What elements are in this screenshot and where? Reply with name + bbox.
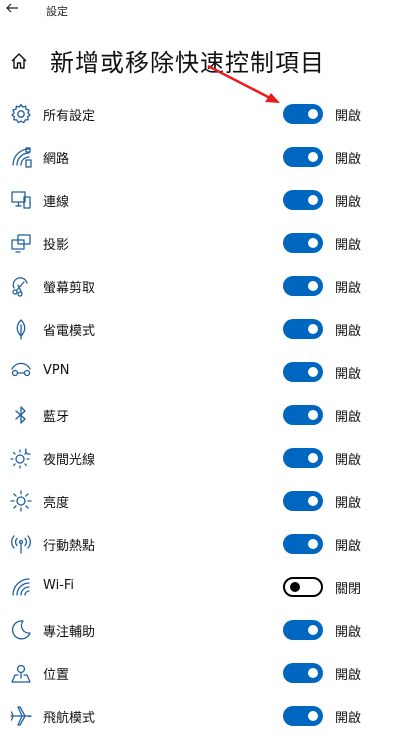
quick-action-row: 藍牙 開啟 (0, 393, 408, 436)
location-icon (9, 661, 33, 685)
quick-action-label: 專注輔助 (43, 625, 96, 640)
toggle-state-label: 開啟 (335, 410, 362, 425)
quick-action-row: VPN 開啟 (0, 350, 408, 393)
brightness-icon (9, 489, 33, 513)
back-arrow-icon[interactable] (4, 0, 20, 18)
quick-action-row: 連線 開啟 (0, 178, 408, 221)
quick-action-toggle[interactable] (283, 233, 323, 253)
quick-action-label: 位置 (43, 668, 70, 683)
toggle-knob (308, 109, 318, 119)
quick-action-toggle[interactable] (283, 620, 323, 640)
gear-icon (9, 102, 33, 126)
home-icon[interactable] (9, 51, 29, 71)
toggle-knob (308, 453, 318, 463)
focus-assist-icon (9, 618, 33, 642)
project-icon (9, 231, 33, 255)
toggle-state-label: 開啟 (335, 539, 362, 554)
page-header: 新增或移除快速控制項目 (0, 40, 408, 84)
toggle-state-label: 開啟 (335, 238, 362, 253)
mobile-hotspot-icon (9, 532, 33, 556)
quick-action-toggle[interactable] (283, 405, 323, 425)
toggle-knob (308, 195, 318, 205)
toggle-knob (308, 324, 318, 334)
quick-action-toggle[interactable] (283, 534, 323, 554)
quick-action-row: 行動熱點 開啟 (0, 522, 408, 565)
toggle-state-label: 開啟 (335, 195, 362, 210)
connect-icon (9, 188, 33, 212)
quick-action-label: VPN (43, 363, 70, 378)
toggle-knob (308, 152, 318, 162)
toggle-knob (290, 582, 300, 592)
quick-action-row: 亮度 開啟 (0, 479, 408, 522)
quick-action-row: 投影 開啟 (0, 221, 408, 264)
quick-action-row: 專注輔助 開啟 (0, 608, 408, 651)
quick-action-row: 位置 開啟 (0, 651, 408, 694)
toggle-knob (308, 625, 318, 635)
quick-action-toggle[interactable] (283, 577, 323, 597)
quick-action-toggle[interactable] (283, 448, 323, 468)
toggle-knob (308, 410, 318, 420)
quick-action-label: 網路 (43, 152, 70, 167)
toggle-state-label: 開啟 (335, 668, 362, 683)
quick-action-label: Wi-Fi (43, 578, 75, 593)
quick-action-label: 亮度 (43, 496, 70, 511)
vpn-icon (9, 360, 33, 384)
quick-action-toggle[interactable] (283, 276, 323, 296)
quick-actions-list: 所有設定 開啟 網路 開啟 連線 開啟 投影 開啟 螢幕剪取 開啟 省電模式 開啟 VPN 開啟 藍牙 開啟夜… (0, 92, 408, 737)
quick-action-toggle[interactable] (283, 663, 323, 683)
network-icon (9, 145, 33, 169)
wifi-icon (9, 575, 33, 599)
bluetooth-icon (9, 403, 33, 427)
night-light-icon (9, 446, 33, 470)
toggle-knob (308, 539, 318, 549)
quick-action-row: 省電模式 開啟 (0, 307, 408, 350)
toggle-state-label: 開啟 (335, 109, 362, 124)
quick-action-row: Wi-Fi 關閉 (0, 565, 408, 608)
quick-action-toggle[interactable] (283, 190, 323, 210)
toggle-state-label: 開啟 (335, 711, 362, 726)
quick-action-row: 螢幕剪取 開啟 (0, 264, 408, 307)
toggle-state-label: 開啟 (335, 281, 362, 296)
quick-action-toggle[interactable] (283, 706, 323, 726)
page-title: 新增或移除快速控制項目 (50, 49, 325, 77)
quick-action-row: 飛航模式 開啟 (0, 694, 408, 737)
toggle-state-label: 關閉 (335, 582, 362, 597)
battery-saver-icon (9, 317, 33, 341)
quick-action-label: 飛航模式 (43, 711, 96, 726)
toggle-knob (308, 281, 318, 291)
quick-action-toggle[interactable] (283, 147, 323, 167)
quick-action-label: 行動熱點 (43, 539, 96, 554)
toggle-state-label: 開啟 (335, 496, 362, 511)
toggle-knob (308, 496, 318, 506)
window-title: 設定 (46, 5, 68, 18)
quick-action-toggle[interactable] (283, 491, 323, 511)
quick-action-row: 所有設定 開啟 (0, 92, 408, 135)
quick-action-label: 投影 (43, 238, 70, 253)
toggle-state-label: 開啟 (335, 625, 362, 640)
quick-action-label: 螢幕剪取 (43, 281, 96, 296)
quick-action-label: 藍牙 (43, 410, 70, 425)
quick-action-label: 所有設定 (43, 109, 96, 124)
toggle-state-label: 開啟 (335, 453, 362, 468)
screen-snip-icon (9, 274, 33, 298)
toggle-state-label: 開啟 (335, 152, 362, 167)
quick-action-label: 省電模式 (43, 324, 96, 339)
quick-action-row: 夜間光線 開啟 (0, 436, 408, 479)
quick-action-toggle[interactable] (283, 362, 323, 382)
quick-action-toggle[interactable] (283, 104, 323, 124)
toggle-state-label: 開啟 (335, 367, 362, 382)
quick-action-label: 連線 (43, 195, 70, 210)
toggle-knob (308, 238, 318, 248)
quick-action-label: 夜間光線 (43, 453, 96, 468)
title-bar: 設定 (0, 0, 408, 24)
airplane-mode-icon (9, 704, 33, 728)
toggle-state-label: 開啟 (335, 324, 362, 339)
quick-action-row: 網路 開啟 (0, 135, 408, 178)
toggle-knob (308, 668, 318, 678)
toggle-knob (308, 711, 318, 721)
quick-action-toggle[interactable] (283, 319, 323, 339)
toggle-knob (308, 367, 318, 377)
